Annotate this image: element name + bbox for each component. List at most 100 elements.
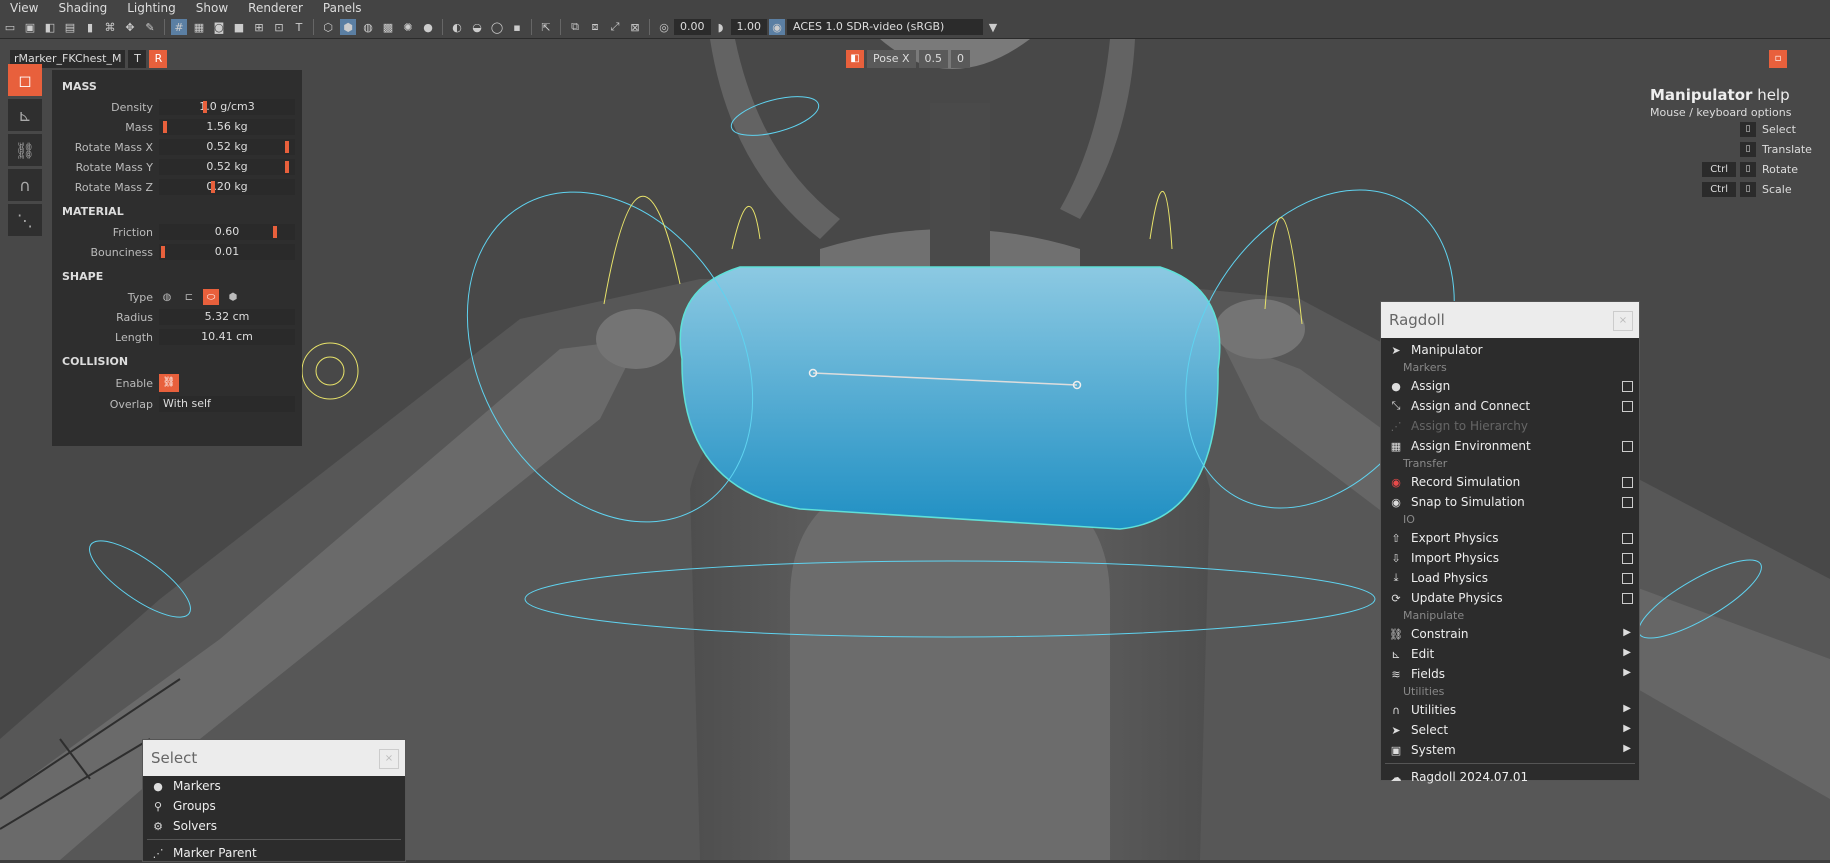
option-box[interactable] — [1622, 533, 1633, 544]
menu-item-fields[interactable]: ≋ Fields ▶ — [1381, 664, 1639, 684]
menu-item-edit[interactable]: ⊾ Edit ▶ — [1381, 644, 1639, 664]
density-field[interactable]: 1.0 g/cm3 — [159, 99, 295, 115]
shadows-icon[interactable]: ● — [420, 19, 436, 35]
select-item-solvers[interactable]: ⚙ Solvers — [143, 816, 405, 836]
pivot-icon[interactable]: ⋱ — [8, 204, 42, 236]
select-item-groups[interactable]: ⚲ Groups — [143, 796, 405, 816]
menu-item-assign[interactable]: ● Assign — [1381, 376, 1639, 396]
isolate-select-icon[interactable]: ⧉ — [567, 19, 583, 35]
antialias-icon[interactable]: ◯ — [489, 19, 505, 35]
menu-item-export[interactable]: ⇧ Export Physics — [1381, 528, 1639, 548]
safe-title-icon[interactable]: T — [291, 19, 307, 35]
option-box[interactable] — [1622, 381, 1633, 392]
box-icon[interactable]: ⊏ — [181, 289, 197, 305]
ambient-occlusion-icon[interactable]: ◐ — [449, 19, 465, 35]
bookmark-icon[interactable]: ◧ — [42, 19, 58, 35]
chevron-down-icon[interactable]: ▼ — [985, 19, 1001, 35]
pan-icon[interactable]: ✥ — [122, 19, 138, 35]
menu-item-utilities[interactable]: ∩ Utilities ▶ — [1381, 700, 1639, 720]
mass-field[interactable]: 1.56 kg — [159, 119, 295, 135]
xray-active-icon[interactable]: ⤢ — [607, 19, 623, 35]
menu-panels[interactable]: Panels — [313, 1, 372, 15]
menu-item-constrain[interactable]: ⛓ Constrain ▶ — [1381, 624, 1639, 644]
gate-mask-icon[interactable]: ■ — [231, 19, 247, 35]
option-box[interactable] — [1622, 573, 1633, 584]
length-field[interactable]: 10.41 cm — [159, 329, 295, 345]
lights-icon[interactable]: ✺ — [400, 19, 416, 35]
cube-icon[interactable]: ◻ — [8, 64, 42, 96]
menu-renderer[interactable]: Renderer — [238, 1, 313, 15]
grid-icon[interactable]: # — [171, 19, 187, 35]
option-box[interactable] — [1622, 497, 1633, 508]
translate-toggle[interactable]: T — [128, 50, 147, 68]
menu-item-update[interactable]: ⟳ Update Physics — [1381, 588, 1639, 608]
rotate-mass-y-field[interactable]: 0.52 kg — [159, 159, 295, 175]
menu-item-version[interactable]: ☁ Ragdoll 2024.07.01 — [1381, 767, 1639, 787]
mesh-icon[interactable]: ⬢ — [225, 289, 241, 305]
snap-icon[interactable]: ⌘ — [102, 19, 118, 35]
pose-index-field[interactable]: 0 — [951, 50, 971, 68]
smooth-shade-icon[interactable]: ⬢ — [340, 19, 356, 35]
friction-field[interactable]: 0.60 — [159, 224, 295, 240]
wireframe-icon[interactable]: ⬡ — [320, 19, 336, 35]
image-plane-icon[interactable]: ▤ — [62, 19, 78, 35]
motion-blur-icon[interactable]: ◒ — [469, 19, 485, 35]
menu-item-assign-connect[interactable]: ⤡ Assign and Connect — [1381, 396, 1639, 416]
menu-lighting[interactable]: Lighting — [117, 1, 186, 15]
camera-icon[interactable]: ▭ — [2, 19, 18, 35]
color-management-icon[interactable]: ◉ — [769, 19, 785, 35]
menu-show[interactable]: Show — [186, 1, 238, 15]
textured-icon[interactable]: ▩ — [380, 19, 396, 35]
close-icon[interactable]: × — [379, 749, 399, 769]
gamma-field[interactable]: 1.00 — [730, 19, 767, 35]
pose-icon[interactable]: ◧ — [846, 50, 864, 68]
depth-of-field-icon[interactable]: ▪ — [509, 19, 525, 35]
camera-attr-icon[interactable]: ▣ — [22, 19, 38, 35]
menu-item-record[interactable]: ◉ Record Simulation — [1381, 472, 1639, 492]
menu-item-load[interactable]: ⤓ Load Physics — [1381, 568, 1639, 588]
grease-pencil-icon[interactable]: ✎ — [142, 19, 158, 35]
option-box[interactable] — [1622, 553, 1633, 564]
option-box[interactable] — [1622, 401, 1633, 412]
select-item-markers[interactable]: ● Markers — [143, 776, 405, 796]
select-item-marker-parent[interactable]: ⋰ Marker Parent — [143, 843, 405, 863]
rotate-mass-x-field[interactable]: 0.52 kg — [159, 139, 295, 155]
xray-joints-icon[interactable]: ⧈ — [587, 19, 603, 35]
bounciness-field[interactable]: 0.01 — [159, 244, 295, 260]
rotate-toggle[interactable]: R — [149, 50, 168, 68]
field-chart-icon[interactable]: ⊞ — [251, 19, 267, 35]
link-icon[interactable]: ⛓ — [8, 134, 42, 166]
colorspace-select[interactable]: ACES 1.0 SDR-video (sRGB) — [787, 19, 983, 35]
menu-item-select[interactable]: ➤ Select ▶ — [1381, 720, 1639, 740]
pose-value-field[interactable]: 0.5 — [918, 50, 949, 68]
menu-item-manipulator[interactable]: ➤ Manipulator — [1381, 340, 1639, 360]
film-gate-icon[interactable]: ▦ — [191, 19, 207, 35]
overlap-select[interactable]: With self — [159, 396, 295, 412]
menu-shading[interactable]: Shading — [48, 1, 117, 15]
pose-axis-field[interactable]: Pose X — [867, 50, 916, 68]
menu-item-system[interactable]: ▣ System ▶ — [1381, 740, 1639, 760]
exposure-field[interactable]: 0.00 — [674, 19, 711, 35]
menu-item-snap[interactable]: ◉ Snap to Simulation — [1381, 492, 1639, 512]
magnet-icon[interactable]: ∩ — [8, 169, 42, 201]
capsule-icon[interactable]: ⬭ — [203, 289, 219, 305]
close-icon[interactable]: × — [1613, 311, 1633, 331]
limit-icon[interactable]: ⊾ — [8, 99, 42, 131]
option-box[interactable] — [1622, 441, 1633, 452]
safe-action-icon[interactable]: ⊡ — [271, 19, 287, 35]
hud-icon[interactable]: ⊠ — [627, 19, 643, 35]
collision-enable-toggle[interactable]: ⛓ — [159, 374, 179, 392]
resolution-gate-icon[interactable]: ◙ — [211, 19, 227, 35]
xray-icon[interactable]: ⇱ — [538, 19, 554, 35]
option-box[interactable] — [1622, 477, 1633, 488]
option-box[interactable] — [1622, 593, 1633, 604]
menu-view[interactable]: View — [0, 1, 48, 15]
rotate-mass-z-field[interactable]: 0.20 kg — [159, 179, 295, 195]
wireframe-on-shaded-icon[interactable]: ◍ — [360, 19, 376, 35]
menu-item-import[interactable]: ⇩ Import Physics — [1381, 548, 1639, 568]
help-toggle-icon[interactable]: ▫ — [1769, 50, 1787, 68]
radius-field[interactable]: 5.32 cm — [159, 309, 295, 325]
menu-item-assign-environment[interactable]: ▦ Assign Environment — [1381, 436, 1639, 456]
sphere-icon[interactable]: ◍ — [159, 289, 175, 305]
pin-icon[interactable]: ▮ — [82, 19, 98, 35]
